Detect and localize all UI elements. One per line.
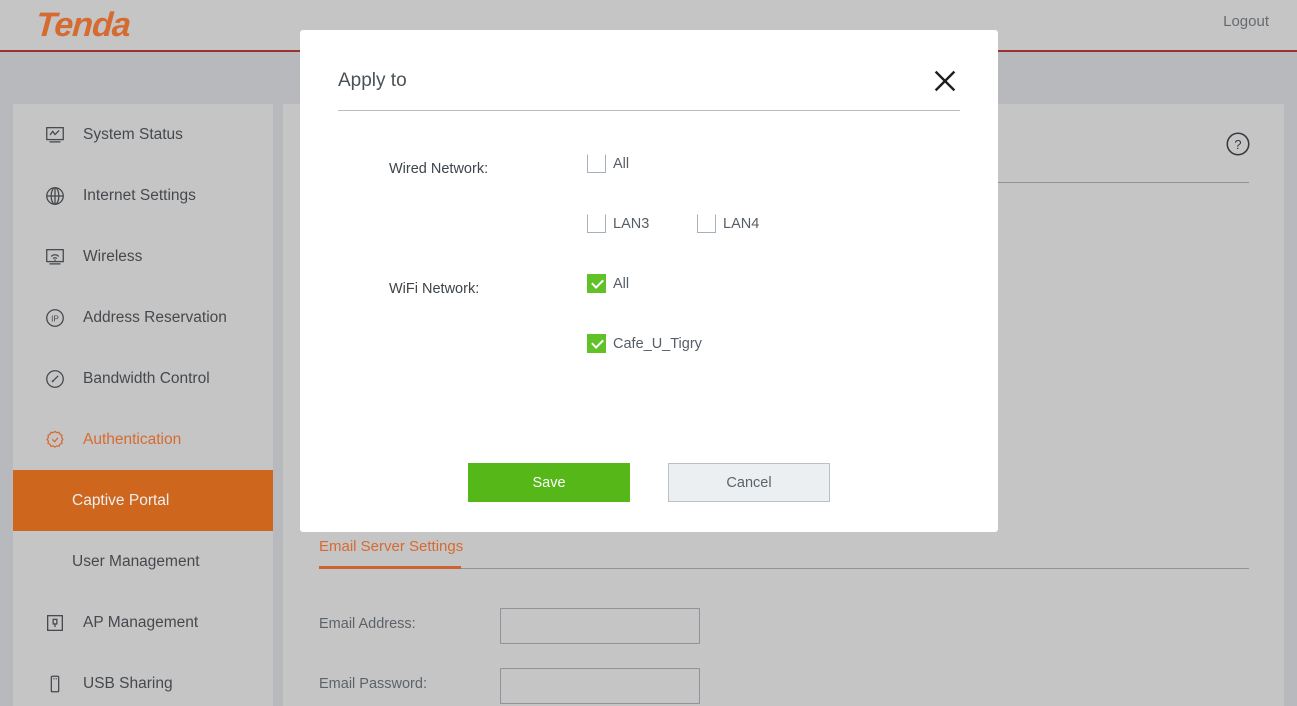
close-x-icon[interactable] [930, 66, 960, 96]
dialog-title: Apply to [338, 70, 407, 91]
wired-all-label: All [613, 155, 630, 172]
wired-all-checkbox-row[interactable]: All [587, 154, 629, 173]
wifi-all-checkbox-row[interactable]: All [587, 274, 629, 293]
cancel-button[interactable]: Cancel [668, 463, 830, 502]
wired-lan3-label: LAN3 [613, 215, 650, 232]
save-button[interactable]: Save [468, 463, 630, 502]
wifi-network-label: WiFi Network: [389, 281, 480, 297]
wifi-ssid-checkbox[interactable] [587, 334, 606, 353]
dialog-header-divider [338, 110, 960, 111]
wired-lan4-checkbox[interactable] [697, 214, 716, 233]
wifi-ssid-checkbox-row[interactable]: Cafe_U_Tigry [587, 334, 702, 353]
wired-network-label: Wired Network: [389, 161, 489, 177]
wifi-all-checkbox[interactable] [587, 274, 606, 293]
wired-lan4-label: LAN4 [723, 215, 760, 232]
wired-lan3-checkbox[interactable] [587, 214, 606, 233]
wired-lan3-checkbox-row[interactable]: LAN3 [587, 214, 649, 233]
wifi-all-label: All [613, 275, 630, 292]
apply-to-dialog: Apply to Wired Network: All LAN3 LAN4 Wi… [300, 30, 998, 532]
wifi-ssid-label: Cafe_U_Tigry [613, 335, 702, 352]
wired-all-checkbox[interactable] [587, 154, 606, 173]
wired-lan4-checkbox-row[interactable]: LAN4 [697, 214, 759, 233]
